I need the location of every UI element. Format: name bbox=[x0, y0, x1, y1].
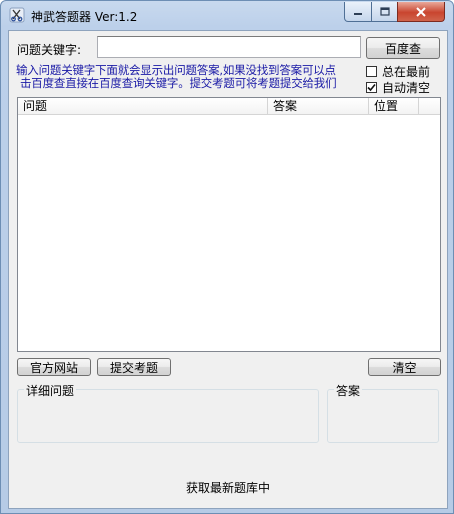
client-area: 问题关键字: 百度查 输入问题关键字下面就会显示出问题答案,如果没找到答案可以点… bbox=[8, 30, 448, 509]
auto-clear-option[interactable]: 自动清空 bbox=[366, 79, 430, 96]
always-on-top-checkbox[interactable] bbox=[366, 66, 377, 77]
status-text: 获取最新题库中 bbox=[185, 481, 270, 495]
hint-line-2: 击百度查直接在百度查询关键字。提交考题可将考题提交给我们 bbox=[20, 76, 337, 90]
close-icon bbox=[416, 6, 426, 17]
detail-question-group: 详细问题 bbox=[17, 382, 319, 443]
close-button[interactable] bbox=[397, 2, 445, 22]
always-on-top-label: 总在最前 bbox=[382, 65, 431, 79]
title-bar[interactable]: 神武答题器 Ver:1.2 bbox=[1, 1, 453, 29]
official-site-button[interactable]: 官方网站 bbox=[17, 358, 91, 376]
results-table[interactable]: 问题 答案 位置 bbox=[17, 97, 441, 352]
detail-answer-title: 答案 bbox=[334, 382, 363, 399]
maximize-icon bbox=[379, 7, 390, 16]
submit-question-button[interactable]: 提交考题 bbox=[97, 358, 171, 376]
column-header-answer[interactable]: 答案 bbox=[268, 98, 369, 114]
clear-button[interactable]: 清空 bbox=[368, 358, 441, 376]
checkmark-icon bbox=[367, 83, 376, 92]
column-header-question[interactable]: 问题 bbox=[18, 98, 268, 114]
baidu-search-button[interactable]: 百度查 bbox=[366, 37, 440, 59]
detail-question-title: 详细问题 bbox=[24, 382, 77, 399]
column-header-position[interactable]: 位置 bbox=[369, 98, 419, 114]
app-window: 神武答题器 Ver:1.2 问题关键字: 百度查 输入问题关键字下面就会显示出问… bbox=[0, 0, 454, 514]
results-table-header: 问题 答案 位置 bbox=[18, 98, 440, 115]
detail-answer-group: 答案 bbox=[327, 382, 439, 443]
maximize-button[interactable] bbox=[371, 2, 398, 22]
minimize-button[interactable] bbox=[344, 2, 372, 22]
window-title: 神武答题器 Ver:1.2 bbox=[31, 10, 138, 24]
scissors-app-icon bbox=[9, 7, 25, 23]
keyword-input[interactable] bbox=[97, 36, 361, 58]
minimize-icon bbox=[354, 12, 362, 15]
auto-clear-checkbox[interactable] bbox=[366, 82, 377, 93]
keyword-label: 问题关键字: bbox=[17, 43, 82, 57]
auto-clear-label: 自动清空 bbox=[382, 81, 431, 95]
always-on-top-option[interactable]: 总在最前 bbox=[366, 63, 430, 80]
